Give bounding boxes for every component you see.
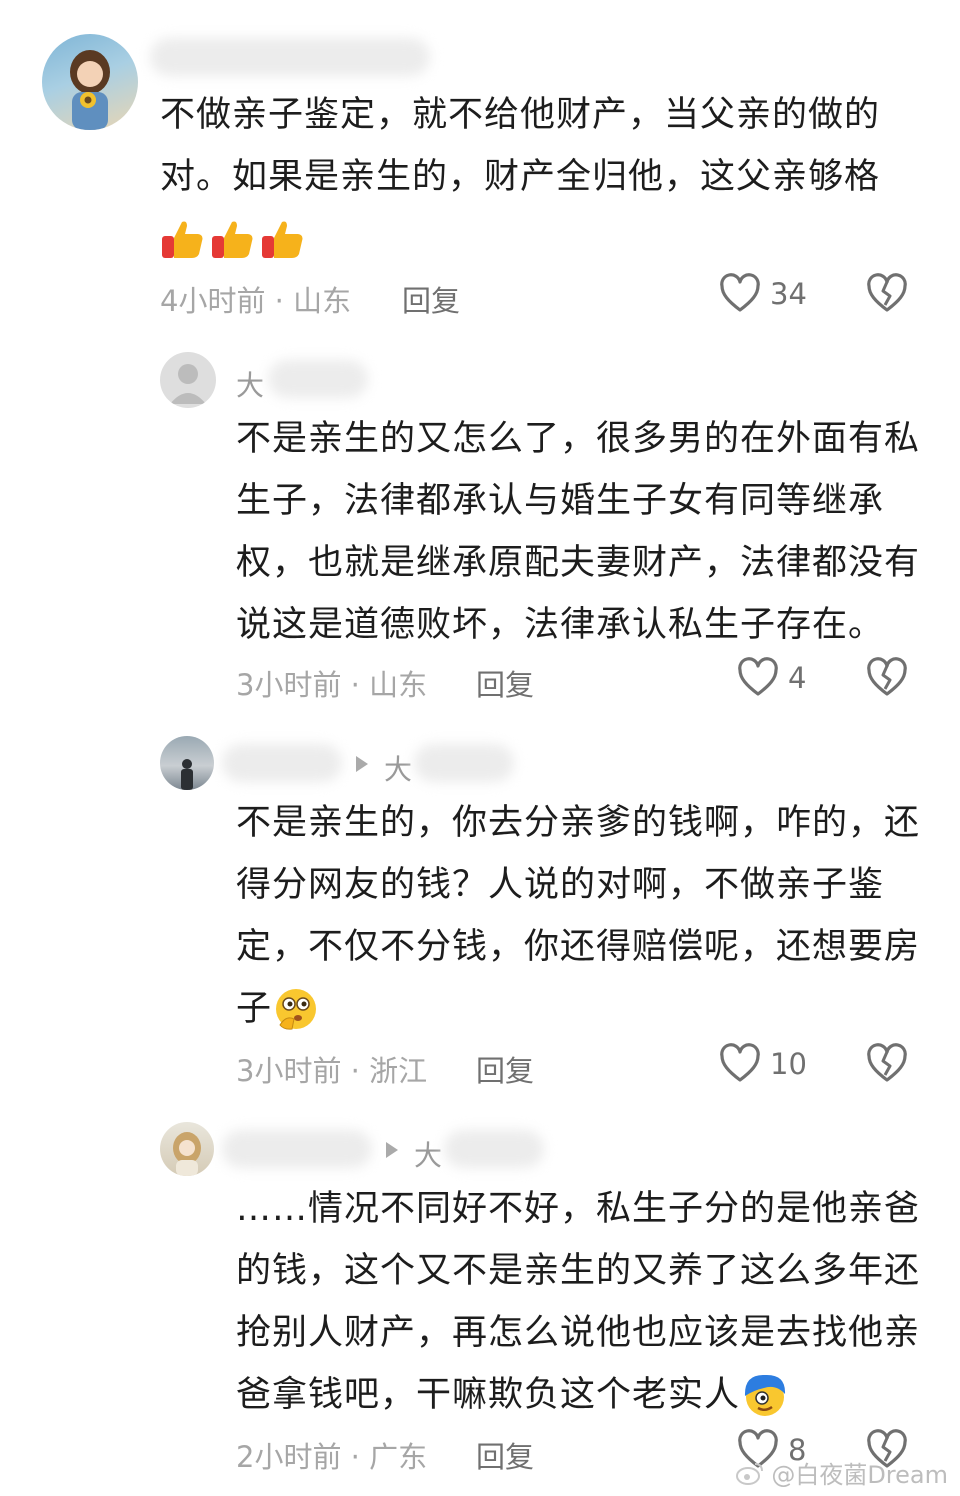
heart-outline-icon bbox=[738, 657, 778, 696]
time-location: 3小时前 · 山东 bbox=[236, 668, 428, 702]
like-count: 34 bbox=[770, 277, 807, 311]
comment-text: 不是亲生的，你去分亲爹的钱啊，咋的，还 得分网友的钱？人说的对啊，不做亲子鉴 定… bbox=[236, 792, 926, 1040]
avatar[interactable] bbox=[160, 1122, 214, 1176]
default-user-icon bbox=[170, 364, 206, 404]
reply-button[interactable]: 回复 bbox=[476, 1048, 534, 1090]
dislike-button[interactable] bbox=[864, 1042, 910, 1090]
watermark-text: @白夜菌Dream bbox=[771, 1461, 948, 1489]
reply-button[interactable]: 回复 bbox=[476, 1434, 534, 1476]
username-blurred[interactable] bbox=[150, 38, 430, 76]
heart-outline-icon bbox=[720, 273, 760, 312]
like-button[interactable]: 4 bbox=[736, 656, 806, 700]
thumbs-up-emoji bbox=[262, 221, 303, 258]
reply-to-username[interactable]: 大 bbox=[414, 1134, 442, 1174]
watermark: @白夜菌Dream bbox=[735, 1455, 948, 1490]
comment-text: 不做亲子鉴定，就不给他财产，当父亲的做的 对。如果是亲生的，财产全归他，这父亲够… bbox=[160, 84, 920, 270]
dislike-button[interactable] bbox=[864, 656, 910, 704]
time-location: 3小时前 · 浙江 bbox=[236, 1054, 428, 1088]
dislike-button[interactable] bbox=[864, 272, 910, 320]
comment-text: 不是亲生的又怎么了，很多男的在外面有私 生子，法律都承认与婚生子女有同等继承 权… bbox=[236, 419, 921, 645]
like-button[interactable]: 34 bbox=[718, 272, 807, 316]
reply-button[interactable]: 回复 bbox=[476, 662, 534, 704]
username[interactable]: 大 bbox=[236, 364, 264, 404]
comment-text: ……情况不同好不好，私生子分的是他亲爸 的钱，这个又不是亲生的又养了这么多年还 … bbox=[236, 1178, 926, 1426]
username-blurred[interactable] bbox=[222, 1130, 372, 1168]
avatar-girl-icon bbox=[173, 1132, 201, 1176]
avatar[interactable] bbox=[160, 736, 214, 790]
thumbs-up-emoji bbox=[162, 221, 203, 258]
avatar-silhouette-icon bbox=[181, 759, 193, 790]
avatar[interactable] bbox=[42, 34, 138, 130]
username-blurred[interactable] bbox=[222, 744, 342, 782]
username-blurred bbox=[444, 1130, 544, 1168]
like-count: 10 bbox=[770, 1047, 807, 1081]
like-count: 4 bbox=[788, 661, 807, 695]
time-location: 2小时前 · 广东 bbox=[236, 1440, 428, 1474]
avatar-girl-sunflower-icon bbox=[70, 50, 110, 130]
like-button[interactable]: 10 bbox=[718, 1042, 807, 1086]
weibo-logo-icon bbox=[736, 1462, 764, 1485]
time-location: 4小时前 · 山东 bbox=[160, 284, 352, 318]
reply-arrow-icon bbox=[356, 756, 368, 772]
blue-hair-face-emoji bbox=[744, 1374, 786, 1416]
reply-arrow-icon bbox=[386, 1142, 398, 1158]
reply-to-username[interactable]: 大 bbox=[384, 748, 412, 788]
broken-heart-icon bbox=[867, 273, 907, 312]
username-blurred bbox=[414, 744, 514, 782]
broken-heart-icon bbox=[867, 1043, 907, 1082]
thinking-face-emoji bbox=[276, 989, 317, 1030]
reply-button[interactable]: 回复 bbox=[402, 278, 460, 320]
username-blurred bbox=[268, 360, 368, 398]
broken-heart-icon bbox=[867, 657, 907, 696]
thumbs-up-emoji bbox=[212, 221, 253, 258]
avatar[interactable] bbox=[160, 352, 216, 408]
heart-outline-icon bbox=[720, 1043, 760, 1082]
